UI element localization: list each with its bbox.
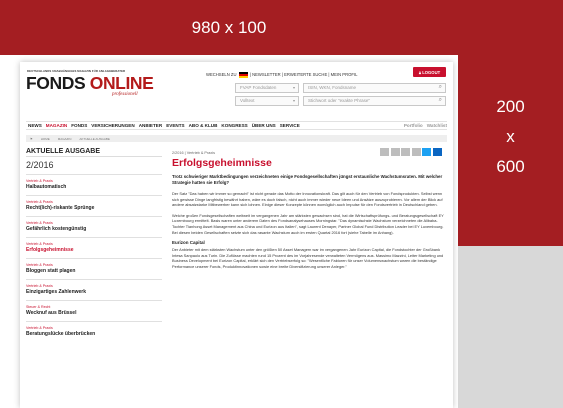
issue-sidebar: AKTUELLE AUSGABE 2/2016 Vertrieb & Praxi…: [26, 148, 162, 342]
article-category: Vertrieb & Praxis: [26, 200, 53, 204]
sidebar-article-item[interactable]: Vertrieb & Praxis Bloggen statt plagen: [26, 258, 162, 279]
switch-site-link[interactable]: WECHSELN ZU: [206, 72, 236, 77]
fulltext-select[interactable]: Volltext ▾: [235, 96, 299, 106]
logo-subtitle: professionell: [112, 92, 138, 97]
article-paragraph: Welche großen Fondsgesellschaften weltwe…: [172, 212, 444, 235]
nav-item-news[interactable]: NEWS: [28, 123, 42, 128]
fund-type-value: FVAP Fondsdaten: [240, 85, 277, 90]
article-category: Vertrieb & Praxis: [26, 326, 53, 330]
article-title[interactable]: Wecknuf aus Brüssel: [26, 310, 162, 316]
article-title[interactable]: Beratungslücke überbrücken: [26, 331, 162, 337]
page-background-panel: [458, 246, 563, 408]
article-category: Vertrieb & Praxis: [26, 263, 53, 267]
article-title[interactable]: Recht(lich)-riskante Sprünge: [26, 205, 162, 211]
home-icon[interactable]: ⚑: [30, 137, 33, 141]
site-logo[interactable]: FONDS ONLINE: [26, 73, 154, 93]
screenshot-stage: 980 x 100 200 x 600 DEUTSCHLANDS UNABHÄN…: [0, 0, 563, 408]
nav-item-fonds[interactable]: FONDS: [71, 123, 87, 128]
article-category: Vertrieb & Praxis: [26, 242, 53, 246]
article-category: Vertrieb & Praxis: [26, 284, 53, 288]
fulltext-value: Volltext: [240, 98, 255, 103]
top-links: WECHSELN ZU | NEWSLETTER | ERWEITERTE SU…: [206, 72, 358, 78]
article-title[interactable]: Gefährlich kostengünstig: [26, 226, 162, 232]
sidebar-issue-number: 2/2016: [26, 160, 54, 170]
ad-skyscraper-width: 200: [496, 97, 525, 116]
nav-item-portfolio[interactable]: Portfolio: [404, 123, 423, 128]
nav-item-abo-klub[interactable]: ABO & KLUB: [189, 123, 218, 128]
article-headline: Erfolgsgeheimnisse: [172, 157, 272, 169]
nav-item-watchlist[interactable]: Watchlist: [427, 123, 447, 128]
bookmark-icon[interactable]: [411, 148, 421, 156]
ad-skyscraper-height: 600: [496, 157, 525, 176]
chevron-down-icon: ▾: [292, 85, 295, 90]
sidebar-article-item[interactable]: Vertrieb & Praxis Halbautomatisch: [26, 174, 162, 195]
twitter-icon[interactable]: [422, 148, 431, 156]
nav-item-kongress[interactable]: KONGRESS: [221, 123, 247, 128]
breadcrumb: ⚑ HOME MAGAZIN AKTUELLE AUSGABE: [26, 135, 447, 142]
main-navigation: NEWS MAGAZIN FONDS VERSICHERUNGEN ANBIET…: [26, 121, 447, 130]
breadcrumb-magazin[interactable]: MAGAZIN: [58, 137, 72, 141]
font-size-icon[interactable]: [390, 148, 400, 156]
share-toolbar: [380, 148, 442, 156]
keyword-search-input[interactable]: Stichwort oder "exakte Phrase" ⌕: [303, 96, 446, 106]
fund-search-input[interactable]: ISIN, WKN, Fondsname ⌕: [303, 83, 446, 93]
article-category: Vertrieb & Praxis: [26, 179, 53, 183]
article-title[interactable]: Bloggen statt plagen: [26, 268, 162, 274]
article-category: Steuer & Recht: [26, 305, 51, 309]
search-icon[interactable]: ⌕: [439, 97, 442, 104]
ad-banner-top-size: 980 x 100: [191, 17, 267, 37]
article-lead: Trotz schwieriger Marktbedingungen verze…: [172, 174, 443, 185]
fund-search-placeholder: ISIN, WKN, Fondsname: [308, 85, 357, 90]
sidebar-heading: AKTUELLE AUSGABE: [26, 148, 162, 157]
sidebar-article-item[interactable]: Vertrieb & Praxis Gefährlich kostengünst…: [26, 216, 162, 237]
sidebar-article-item-active[interactable]: Vertrieb & Praxis Erfolgsgeheimnisse: [26, 237, 162, 258]
ad-skyscraper-x: x: [506, 127, 515, 146]
print-icon[interactable]: [380, 148, 389, 156]
article-paragraph: Der Anbieter mit dem stärksten Wachstum …: [172, 247, 444, 269]
sidebar-article-item[interactable]: Vertrieb & Praxis Recht(lich)-riskante S…: [26, 195, 162, 216]
nav-item-anbieter[interactable]: ANBIETER: [139, 123, 162, 128]
extended-search-link[interactable]: ERWEITERTE SUCHE: [284, 72, 327, 77]
article-title[interactable]: Halbautomatisch: [26, 184, 162, 190]
article-title[interactable]: Einzigartiges Zahlenwerk: [26, 289, 162, 295]
nav-item-versicherungen[interactable]: VERSICHERUNGEN: [91, 123, 134, 128]
article-subheading: Eurizon Capital: [172, 240, 205, 246]
sidebar-article-item[interactable]: Vertrieb & Praxis Einzigartiges Zahlenwe…: [26, 279, 162, 300]
logo-part-online: ONLINE: [89, 73, 154, 93]
article-main: 2/2016 | Vertrieb & Praxis Erfolgsgeheim…: [172, 148, 448, 270]
newsletter-link[interactable]: NEWSLETTER: [252, 72, 281, 77]
breadcrumb-current: AKTUELLE AUSGABE: [79, 136, 110, 141]
ad-skyscraper[interactable]: 200 x 600: [458, 0, 563, 246]
logout-label: LOGOUT: [422, 69, 441, 75]
ad-banner-top[interactable]: 980 x 100: [0, 0, 458, 55]
my-profile-link[interactable]: MEIN PROFIL: [331, 72, 358, 77]
article-title[interactable]: Erfolgsgeheimnisse: [26, 247, 162, 253]
breadcrumb-home[interactable]: HOME: [41, 137, 50, 141]
sidebar-article-item[interactable]: Steuer & Recht Wecknuf aus Brüssel: [26, 300, 162, 321]
article-paragraph: Der Satz "Das haben wir immer so gemacht…: [172, 191, 443, 208]
email-icon[interactable]: [401, 148, 410, 156]
sidebar-article-item[interactable]: Vertrieb & Praxis Beratungslücke überbrü…: [26, 321, 162, 342]
website-preview: DEUTSCHLANDS UNABHÄNGIGES MAGAZIN FÜR AN…: [20, 62, 453, 408]
german-flag-icon[interactable]: [238, 72, 248, 78]
logo-part-fonds: FONDS: [26, 73, 86, 93]
lock-icon: 🔒︎: [418, 69, 422, 75]
article-category: Vertrieb & Praxis: [26, 221, 53, 225]
fund-type-select[interactable]: FVAP Fondsdaten ▾: [235, 83, 299, 93]
logout-button[interactable]: 🔒︎ LOGOUT: [413, 67, 446, 77]
nav-item-events[interactable]: EVENTS: [166, 123, 184, 128]
nav-item-service[interactable]: SERVICE: [280, 123, 300, 128]
search-icon[interactable]: ⌕: [439, 84, 442, 91]
nav-item-magazin[interactable]: MAGAZIN: [46, 123, 67, 128]
linkedin-icon[interactable]: [432, 148, 442, 156]
chevron-down-icon: ▾: [292, 98, 295, 103]
keyword-search-placeholder: Stichwort oder "exakte Phrase": [308, 98, 370, 103]
nav-item-ueber-uns[interactable]: ÜBER UNS: [252, 123, 276, 128]
